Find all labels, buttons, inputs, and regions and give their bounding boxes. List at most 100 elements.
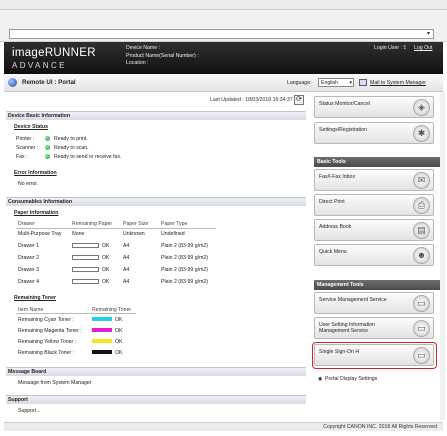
magenta-toner-bar xyxy=(92,328,112,332)
button-label-line2: Management Service xyxy=(319,328,369,334)
footer: Copyright CANON INC. 2018 All Rights Res… xyxy=(4,422,443,431)
yellow-toner-bar xyxy=(92,339,112,343)
paper-level-bar xyxy=(72,267,99,272)
toner-value: OK xyxy=(115,350,123,356)
highlight-box xyxy=(312,342,437,369)
users-icon: ☻ xyxy=(413,247,430,264)
paper-level-bar xyxy=(72,243,99,248)
paper-level-bar xyxy=(72,279,99,284)
bullet-icon: ◉ xyxy=(318,376,323,382)
paper-type: Undefined xyxy=(161,231,185,237)
drawer-name: Drawer 2 xyxy=(18,255,40,261)
chevron-down-icon: ▾ xyxy=(349,80,352,86)
header-divider xyxy=(16,313,136,314)
fax-inbox-button[interactable]: Fax/I-Fax Inbox ✉ xyxy=(314,169,434,191)
button-label: Address Book xyxy=(319,224,352,230)
printer-icon: ⎙ xyxy=(413,197,430,214)
basic-tools-header: Basic Tools xyxy=(314,157,442,167)
paper-size: A4 xyxy=(123,255,130,261)
mail-icon[interactable] xyxy=(359,79,367,86)
remaining-paper: OK xyxy=(102,255,110,261)
toner-name: Remaining Magenta Toner : xyxy=(18,328,82,334)
portal-display-settings-link[interactable]: Portal Display Settings xyxy=(325,376,377,382)
paper-size: Unknown xyxy=(123,231,145,237)
app-header: imageRUNNER ADVANCE Device Name : Produc… xyxy=(4,42,443,74)
button-label: Quick Menu xyxy=(319,249,347,255)
support-link[interactable]: Support... xyxy=(18,408,41,414)
paper-info-title: Paper Information xyxy=(14,210,59,216)
scrollbar[interactable] xyxy=(440,92,445,420)
paper-size: A4 xyxy=(123,243,130,249)
scanner-status: Ready to scan. xyxy=(54,145,89,151)
error-value: No error. xyxy=(18,181,39,187)
printer-status: Ready to print. xyxy=(54,136,88,142)
inbox-icon: ✉ xyxy=(413,172,430,189)
button-label: Status Monitor/Cancel xyxy=(319,101,371,107)
logout-link[interactable]: Log Out xyxy=(414,45,432,51)
language-select[interactable]: English ▾ xyxy=(318,78,354,87)
laptop-icon: ▭ xyxy=(413,320,430,337)
drawer-name: Drawer 1 xyxy=(18,243,40,249)
dropdown-arrow-icon[interactable]: ▾ xyxy=(425,31,432,37)
device-status-title: Device Status xyxy=(14,124,49,130)
monitor-icon: ◈ xyxy=(413,99,430,116)
paper-type: Plain 2 (83-99 g/m2) xyxy=(161,243,208,249)
device-name-label: Device Name : xyxy=(126,45,161,51)
refresh-icon: ⟳ xyxy=(296,96,302,103)
status-ok-icon xyxy=(45,136,50,141)
remaining-paper: OK xyxy=(102,279,110,285)
message-text: Message from System Manager xyxy=(18,380,92,386)
toner-name: Remaining Yellow Toner : xyxy=(18,339,77,345)
toner-name: Remaining Black Toner : xyxy=(18,350,75,356)
address-bar[interactable]: ▾ xyxy=(9,29,434,39)
service-management-button[interactable]: Service Management Service ▭ xyxy=(314,292,434,314)
paper-size: A4 xyxy=(123,267,130,273)
fax-status: Ready to send or receive fax. xyxy=(54,154,122,160)
button-label: Service Management Service xyxy=(319,297,387,303)
toner-value: OK xyxy=(115,317,123,323)
mail-to-manager-link[interactable]: Mail to System Manager xyxy=(370,80,426,86)
section-support: Support xyxy=(6,395,306,404)
section-consumables: Consumables Information xyxy=(6,197,306,206)
last-updated: Last Updated : 18/03/2018 16:34:37 xyxy=(210,97,293,103)
location-label: Location : xyxy=(126,60,149,66)
status-ok-icon xyxy=(45,145,50,150)
button-label: User Setting Information Management Servi… xyxy=(319,322,375,334)
direct-print-button[interactable]: Direct Print ⎙ xyxy=(314,194,434,216)
drawer-name: Multi-Purpose Tray xyxy=(18,231,62,237)
portal-globe-icon xyxy=(8,78,17,87)
cyan-toner-bar xyxy=(92,317,112,321)
paper-type: Plain 2 (83-99 g/m2) xyxy=(161,279,208,285)
drawer-name: Drawer 3 xyxy=(18,267,40,273)
paper-type: Plain 2 (83-99 g/m2) xyxy=(161,255,208,261)
management-tools-header: Management Tools xyxy=(314,280,442,290)
section-device-basic: Device Basic Information xyxy=(6,111,306,120)
user-setting-mgmt-button[interactable]: User Setting Information Management Servi… xyxy=(314,317,434,339)
settings-registration-button[interactable]: Settings/Registration ✱ xyxy=(314,122,434,144)
button-label: Direct Print xyxy=(319,199,345,205)
logo-subtext: ADVANCE xyxy=(12,61,67,70)
error-info-title: Error Information xyxy=(14,170,57,176)
browser-title-strip xyxy=(0,0,447,10)
address-book-icon: ▤ xyxy=(413,222,430,239)
toner-value: OK xyxy=(115,339,123,345)
section-message-board: Message Board xyxy=(6,367,306,376)
toner-value: OK xyxy=(115,328,123,334)
black-toner-bar xyxy=(92,350,112,354)
paper-size: A4 xyxy=(123,279,130,285)
header-divider xyxy=(16,228,216,229)
remaining-paper: None xyxy=(72,231,85,237)
col-paper-size: Paper Size xyxy=(123,221,149,227)
portal-bar: Remote UI : Portal Language: English ▾ M… xyxy=(4,74,443,92)
remaining-toner-title: Remaining Toner xyxy=(14,295,56,301)
logo-text: imageRUNNER xyxy=(12,47,96,59)
quick-menu-button[interactable]: Quick Menu ☻ xyxy=(314,244,434,266)
address-book-button[interactable]: Address Book ▤ xyxy=(314,219,434,241)
drawer-name: Drawer 4 xyxy=(18,279,40,285)
settings-icon: ✱ xyxy=(413,125,430,142)
refresh-button[interactable]: ⟳ xyxy=(294,95,304,105)
status-ok-icon xyxy=(45,154,50,159)
product-name-label: Product Name(Serial Number) : xyxy=(126,52,199,59)
status-monitor-button[interactable]: Status Monitor/Cancel ◈ xyxy=(314,96,434,118)
col-drawer: Drawer xyxy=(18,221,35,227)
